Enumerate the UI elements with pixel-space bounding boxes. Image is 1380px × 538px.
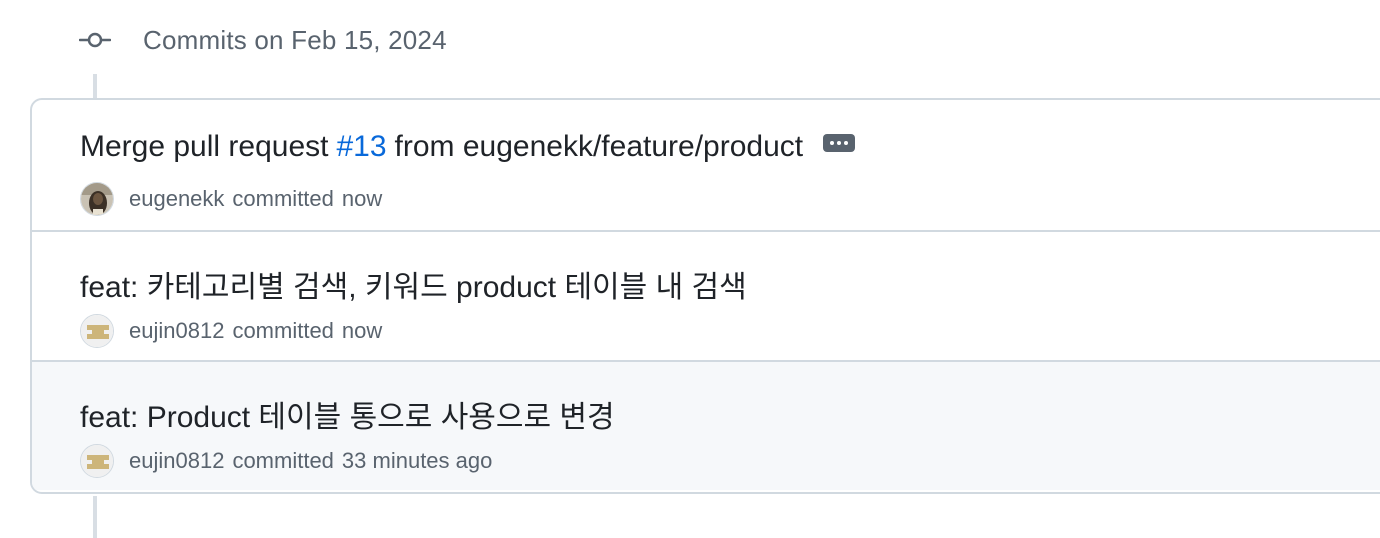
commit-title[interactable]: Merge pull request #13 from eugenekk/fea… <box>80 130 856 164</box>
commit-meta: eujin0812 committed now <box>80 314 382 348</box>
commit-row: feat: 카테고리별 검색, 키워드 product 테이블 내 검색 euj… <box>32 230 1380 360</box>
commit-verb: committed <box>232 318 334 343</box>
commit-title-suffix[interactable]: from eugenekk/feature/product <box>395 130 804 164</box>
photo-avatar-icon <box>81 183 113 215</box>
expand-message-button[interactable] <box>823 134 856 152</box>
identicon-avatar-icon <box>81 315 113 347</box>
commit-author[interactable]: eugenekk <box>129 186 224 212</box>
commit-meta: eugenekk committed now <box>80 182 382 216</box>
identicon-avatar-icon <box>81 445 113 477</box>
commit-meta: eujin0812 committed 33 minutes ago <box>80 444 492 478</box>
ellipsis-dot-icon <box>844 141 849 145</box>
ellipsis-dot-icon <box>830 141 835 145</box>
commit-group-title: Commits on Feb 15, 2024 <box>143 24 447 55</box>
ellipsis-dot-icon <box>837 141 842 145</box>
commit-list: Merge pull request #13 from eugenekk/fea… <box>30 98 1380 494</box>
author-avatar[interactable] <box>80 314 114 348</box>
timeline-line-bottom <box>93 496 97 538</box>
commit-row: Merge pull request #13 from eugenekk/fea… <box>32 100 1380 230</box>
commit-time: now <box>341 318 383 343</box>
commit-title-text[interactable]: feat: 카테고리별 검색, 키워드 product 테이블 내 검색 <box>80 262 747 306</box>
commit-verb: committed <box>232 186 334 211</box>
author-avatar[interactable] <box>80 182 114 216</box>
commit-title-prefix[interactable]: Merge pull request <box>80 130 328 164</box>
commit-row: feat: Product 테이블 통으로 사용으로 변경 eujin0812 … <box>32 360 1380 490</box>
pull-request-link[interactable]: #13 <box>336 130 386 164</box>
commit-title-text[interactable]: feat: Product 테이블 통으로 사용으로 변경 <box>80 392 615 436</box>
git-commit-icon <box>78 20 112 60</box>
commit-group-header: Commits on Feb 15, 2024 <box>78 20 447 60</box>
timeline-line-top <box>93 74 97 100</box>
commit-author[interactable]: eujin0812 <box>129 318 224 344</box>
commit-time: 33 minutes ago <box>341 448 493 473</box>
commit-title[interactable]: feat: Product 테이블 통으로 사용으로 변경 <box>80 392 615 436</box>
commit-time: now <box>341 186 383 211</box>
author-avatar[interactable] <box>80 444 114 478</box>
commit-title[interactable]: feat: 카테고리별 검색, 키워드 product 테이블 내 검색 <box>80 262 747 306</box>
commit-verb: committed <box>232 448 334 473</box>
commit-author[interactable]: eujin0812 <box>129 448 224 474</box>
